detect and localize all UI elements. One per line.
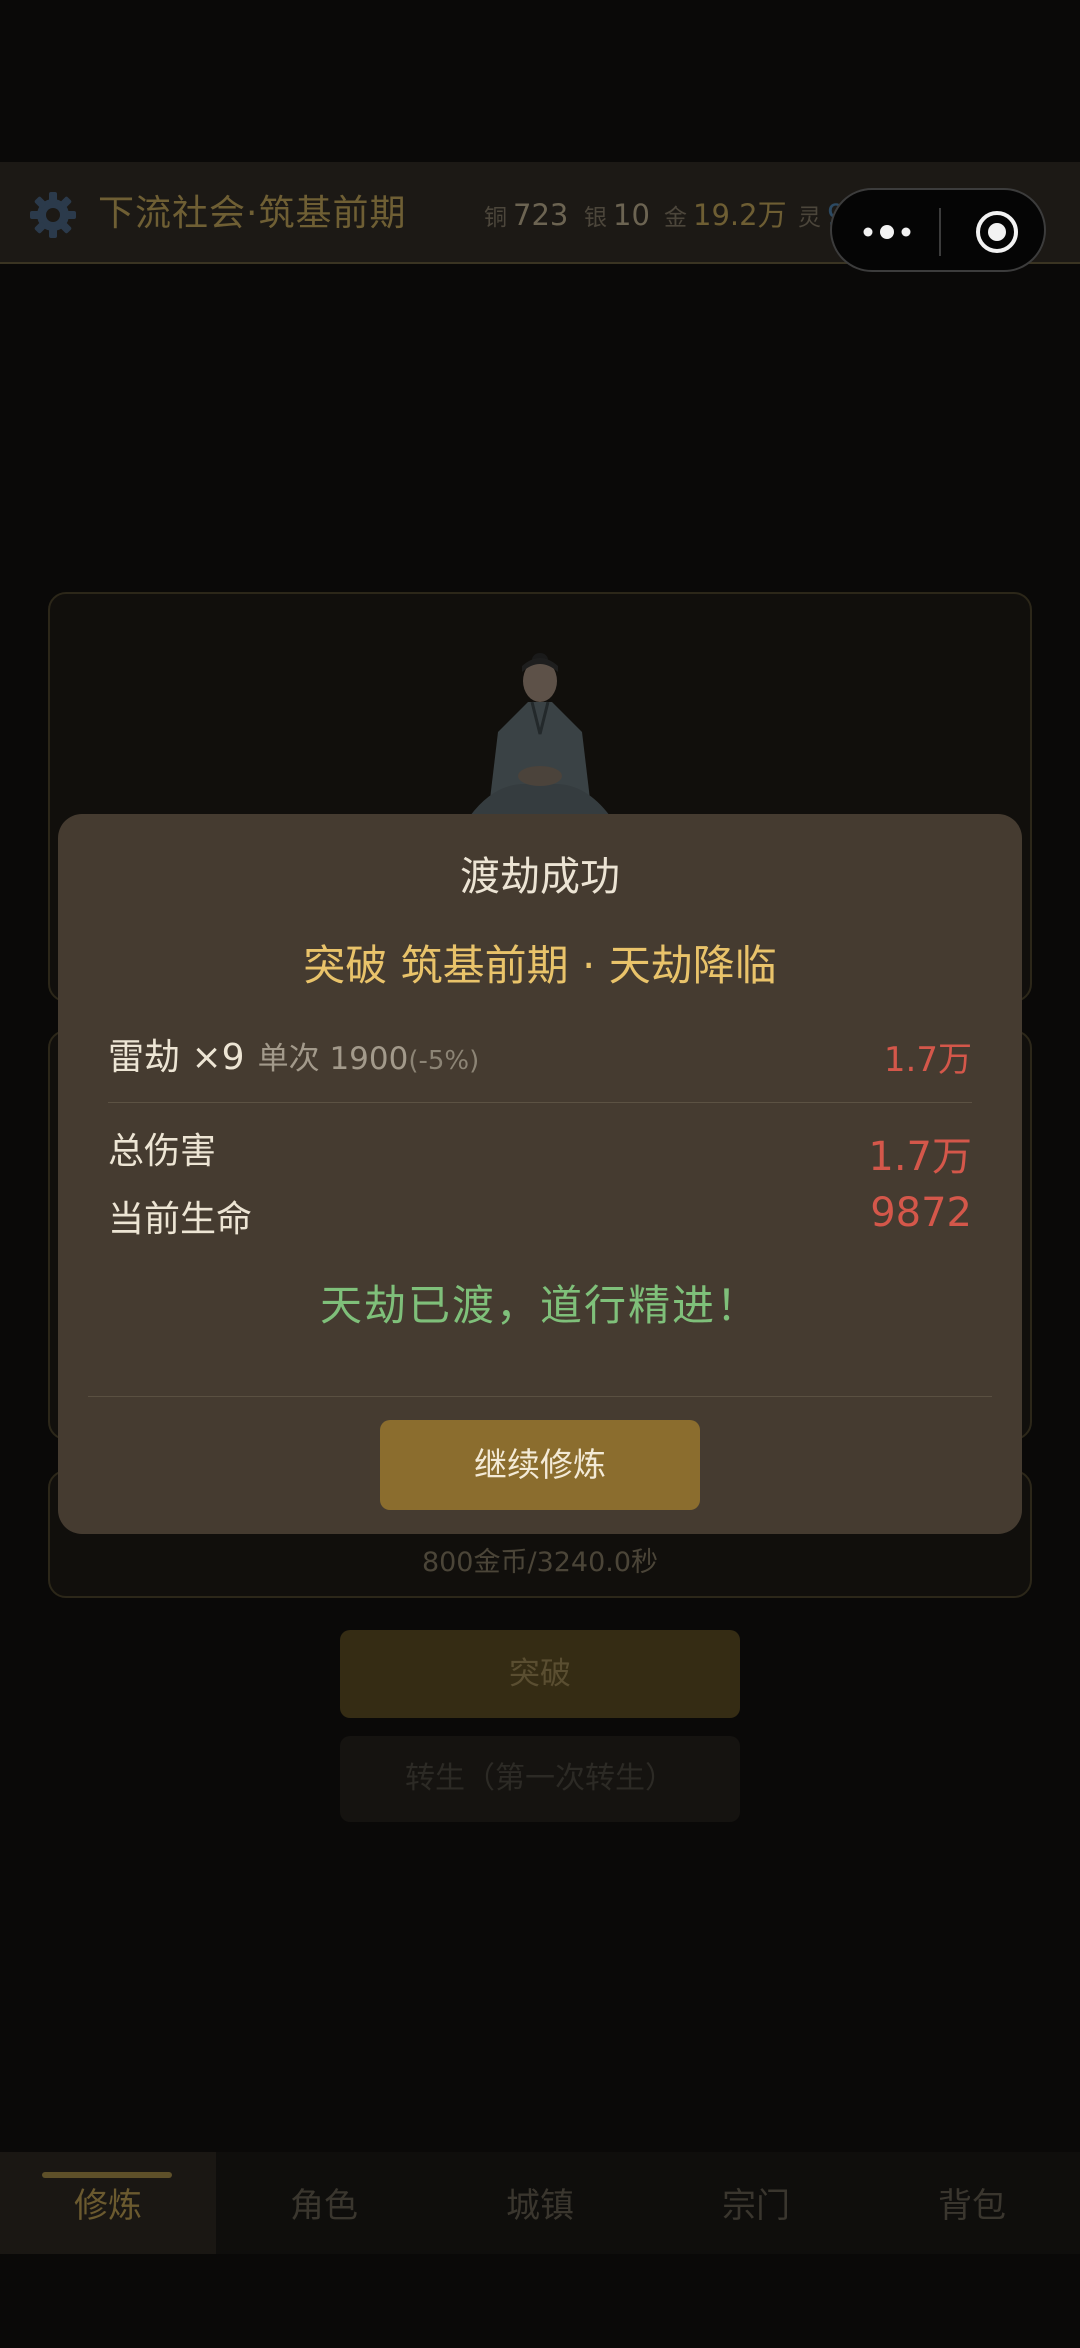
- tab-town-label: 城镇: [506, 2186, 574, 2226]
- thunder-row: 雷劫 ×9 单次 1900(-5%) 1.7万: [108, 1028, 972, 1080]
- resource-gold: 金 19.2万: [664, 162, 787, 273]
- tab-sect[interactable]: 宗门: [648, 2152, 864, 2254]
- tab-cultivate[interactable]: 修炼: [0, 2152, 216, 2254]
- continue-cultivating-button[interactable]: 继续修炼: [380, 1420, 700, 1510]
- miniprogram-capsule: [830, 188, 1046, 272]
- total-damage-label: 总伤害: [108, 1131, 217, 1172]
- resource-silver: 银 10: [584, 162, 650, 273]
- total-damage-row: 总伤害 1.7万: [108, 1122, 972, 1180]
- resource-silver-value: 10: [613, 198, 650, 232]
- resource-gold-label: 金: [664, 205, 687, 231]
- thunder-single-damage: 单次 1900: [257, 1041, 409, 1077]
- rebirth-button[interactable]: 转生（第一次转生）: [340, 1736, 740, 1822]
- current-hp-value: 9872: [870, 1190, 972, 1236]
- resource-copper-value: 723: [513, 198, 569, 232]
- tab-town[interactable]: 城镇: [432, 2152, 648, 2254]
- divider: [108, 1102, 972, 1103]
- tab-bag-label: 背包: [938, 2186, 1006, 2226]
- active-tab-indicator: [42, 2172, 172, 2178]
- divider: [88, 1396, 992, 1397]
- more-icon[interactable]: [862, 220, 912, 244]
- thunder-label: 雷劫 ×9: [108, 1037, 245, 1078]
- realm-title: 下流社会·筑基前期: [98, 193, 407, 234]
- resource-copper-label: 铜: [484, 205, 507, 231]
- tab-character[interactable]: 角色: [216, 2152, 432, 2254]
- cultivator-portrait: [470, 653, 610, 816]
- resource-silver-label: 银: [584, 205, 607, 231]
- dialog-subtitle: 突破 筑基前期 · 天劫降临: [303, 941, 777, 990]
- tab-sect-label: 宗门: [722, 2186, 790, 2226]
- current-hp-label: 当前生命: [108, 1199, 253, 1240]
- tab-character-label: 角色: [290, 2186, 358, 2226]
- tab-bag[interactable]: 背包: [864, 2152, 1080, 2254]
- capsule-divider: [939, 208, 941, 256]
- gear-icon[interactable]: [28, 190, 78, 240]
- status-bar: [0, 0, 1080, 162]
- resource-copper: 铜 723: [484, 162, 568, 273]
- thunder-value: 1.7万: [883, 1040, 972, 1080]
- close-miniprogram-icon[interactable]: [974, 209, 1020, 255]
- tab-cultivate-label: 修炼: [74, 2186, 142, 2226]
- breakthrough-button[interactable]: 突破: [340, 1630, 740, 1718]
- resource-spirit-label: 灵: [798, 205, 821, 231]
- tribulation-result-dialog: 渡劫成功 突破 筑基前期 · 天劫降临 雷劫 ×9 单次 1900(-5%) 1…: [58, 814, 1022, 1534]
- breakthrough-cost: 800金币/3240.0秒: [421, 1547, 659, 1578]
- current-hp-row: 当前生命 9872: [108, 1190, 972, 1242]
- bottom-nav: 修炼 角色 城镇 宗门 背包: [0, 2152, 1080, 2254]
- success-message: 天劫已渡，道行精进！: [319, 1281, 760, 1330]
- resource-gold-value: 19.2万: [693, 198, 787, 232]
- thunder-reduction: (-5%): [408, 1046, 480, 1076]
- dialog-title: 渡劫成功: [460, 854, 620, 900]
- total-damage-value: 1.7万: [868, 1134, 972, 1180]
